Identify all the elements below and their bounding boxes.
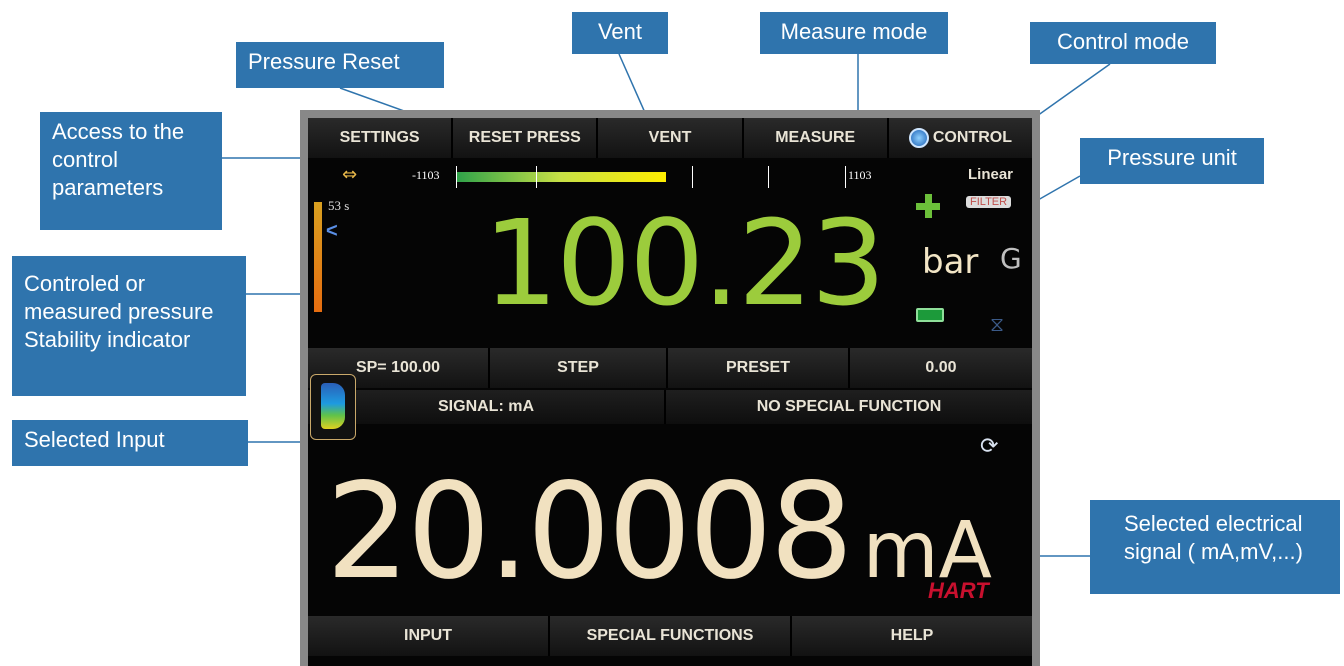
scale-track: [456, 166, 846, 188]
signal-button[interactable]: SIGNAL: mA: [308, 390, 666, 424]
stability-indicator: [314, 202, 322, 312]
chevron-left-icon[interactable]: <: [326, 220, 338, 243]
setpoint-bar: SP= 100.00 STEP PRESET 0.00: [308, 348, 1032, 388]
refresh-icon[interactable]: ⟳: [980, 434, 998, 459]
decrease-icon[interactable]: [916, 308, 944, 322]
valve-icon: ⧖: [990, 314, 1005, 336]
callout-pressure-reset: Pressure Reset: [236, 42, 444, 88]
pressure-value: 100.23: [483, 194, 886, 332]
reset-press-button[interactable]: RESET PRESS: [453, 118, 599, 158]
hart-label: HART: [928, 578, 989, 603]
input-button[interactable]: INPUT: [308, 616, 550, 656]
step-button[interactable]: STEP: [490, 348, 668, 388]
pressure-scale: ⇔ -1103 1103 Linear: [308, 164, 1032, 190]
input-logo-icon[interactable]: [310, 374, 356, 440]
callout-selected-signal: Selected electrical signal ( mA,mV,...): [1090, 500, 1340, 594]
pressure-type: G: [1000, 242, 1022, 275]
stability-timer: 53 s: [328, 198, 350, 213]
scale-mode[interactable]: Linear: [968, 166, 1013, 183]
increase-icon[interactable]: [916, 194, 940, 218]
callout-selected-input: Selected Input: [12, 420, 248, 466]
measure-button[interactable]: MEASURE: [744, 118, 889, 158]
callout-measure-mode: Measure mode: [760, 12, 948, 54]
special-functions-button[interactable]: SPECIAL FUNCTIONS: [550, 616, 792, 656]
callout-vent: Vent: [572, 12, 668, 54]
filter-badge[interactable]: FILTER: [966, 196, 1012, 208]
settings-button[interactable]: SETTINGS: [308, 118, 454, 158]
control-button[interactable]: CONTROL: [889, 118, 1032, 158]
control-label: CONTROL: [932, 129, 1012, 146]
bottom-menu-bar: INPUT SPECIAL FUNCTIONS HELP: [308, 616, 1032, 656]
callout-pressure-unit: Pressure unit: [1080, 138, 1264, 184]
special-function-button[interactable]: NO SPECIAL FUNCTION: [666, 390, 1032, 424]
pressure-unit[interactable]: bar: [922, 242, 978, 282]
scale-max: 1103: [848, 168, 872, 182]
control-status-icon: [908, 128, 929, 148]
signal-value-row: 20.0008 mA: [326, 466, 992, 617]
scale-min: -1103: [412, 168, 440, 182]
function-bar: SIGNAL: mA NO SPECIAL FUNCTION: [308, 390, 1032, 424]
expand-arrows-icon[interactable]: ⇔: [342, 164, 357, 185]
scale-fill: [456, 172, 666, 182]
top-menu-bar: SETTINGS RESET PRESS VENT MEASURE CONTRO…: [308, 118, 1032, 158]
callout-controlled-pressure: Controled or measured pressure Stability…: [12, 256, 246, 396]
preset-value[interactable]: 0.00: [850, 348, 1032, 388]
signal-value: 20.0008: [325, 455, 854, 609]
help-button[interactable]: HELP: [792, 616, 1032, 656]
preset-button[interactable]: PRESET: [668, 348, 850, 388]
callout-access-control: Access to the control parameters: [40, 112, 222, 230]
device-screen: SETTINGS RESET PRESS VENT MEASURE CONTRO…: [308, 118, 1032, 666]
callout-control-mode: Control mode: [1030, 22, 1216, 64]
vent-button[interactable]: VENT: [598, 118, 744, 158]
